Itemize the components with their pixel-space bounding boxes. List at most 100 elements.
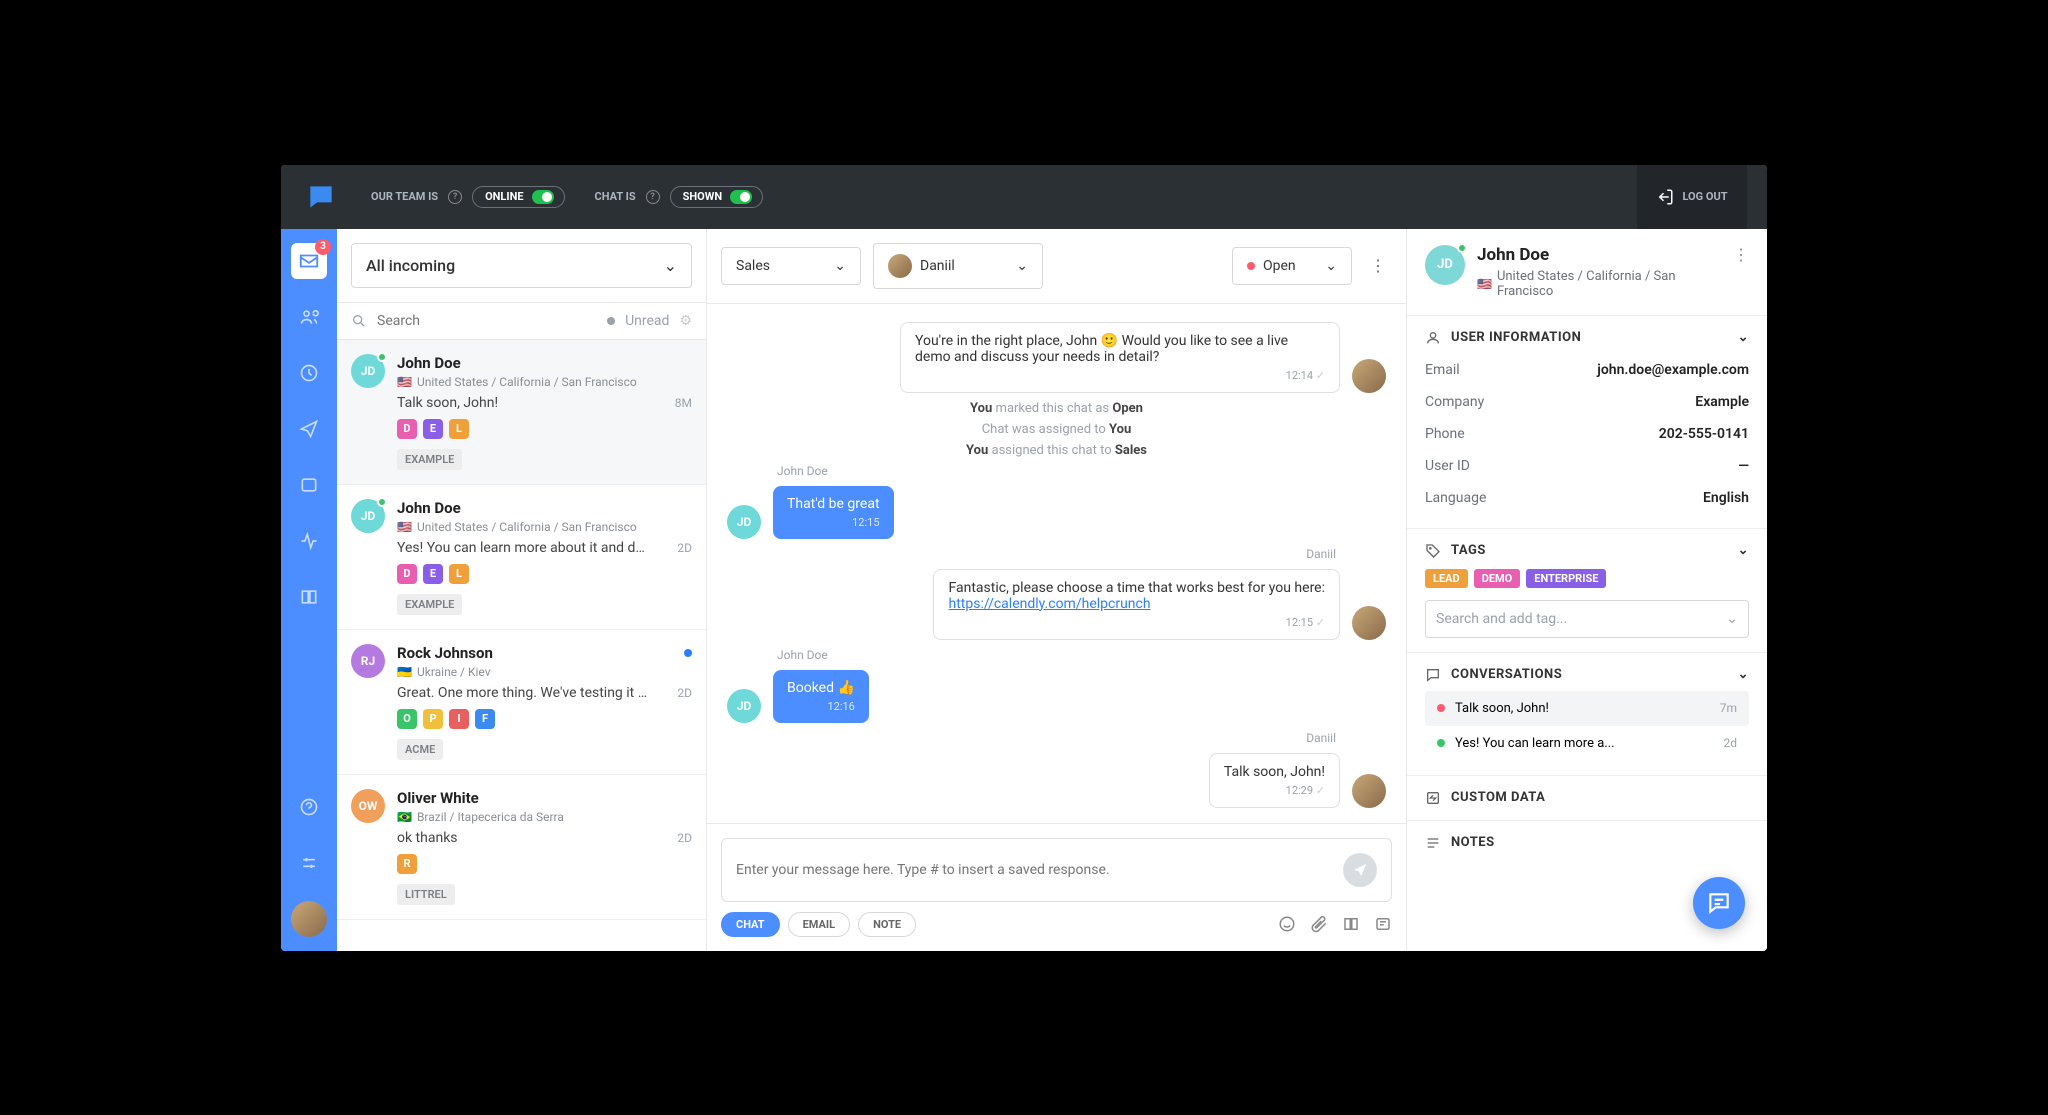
info-row: Emailjohn.doe@example.com: [1425, 354, 1749, 386]
unread-label[interactable]: Unread: [625, 313, 669, 329]
gear-icon[interactable]: ⚙: [679, 313, 692, 329]
chat-label: CHAT IS: [595, 190, 636, 203]
conversation-item[interactable]: JD John Doe 🇺🇸United States / California…: [337, 485, 706, 630]
logout-label: LOG OUT: [1682, 190, 1727, 203]
conv-location: 🇧🇷Brazil / Itapecerica da Serra: [397, 810, 692, 824]
section-custom-data[interactable]: CUSTOM DATA: [1425, 790, 1749, 806]
status-dot: [1247, 262, 1255, 270]
nav-contacts[interactable]: [291, 299, 327, 335]
contact-tag[interactable]: ENTERPRISE: [1526, 569, 1606, 588]
send-button[interactable]: [1343, 853, 1377, 887]
section-tags[interactable]: TAGS ⌄: [1425, 543, 1749, 559]
nav-history[interactable]: [291, 355, 327, 391]
sender-label: Daniil: [727, 547, 1336, 561]
message-row: JDThat'd be great12:15: [727, 486, 1386, 539]
conv-time: 2D: [677, 686, 692, 700]
agent-avatar: [1352, 359, 1386, 393]
conversation-item[interactable]: OW Oliver White 🇧🇷Brazil / Itapecerica d…: [337, 775, 706, 920]
sender-label: Daniil: [727, 731, 1336, 745]
info-row: CompanyExample: [1425, 386, 1749, 418]
tag-badge: I: [449, 709, 469, 729]
logout-button[interactable]: LOG OUT: [1637, 165, 1747, 229]
emoji-icon[interactable]: [1278, 915, 1296, 933]
contact-name: John Doe: [1477, 245, 1721, 265]
section-user-info[interactable]: USER INFORMATION ⌄: [1425, 330, 1749, 346]
tag-badge: L: [449, 419, 469, 439]
filter-label: All incoming: [366, 256, 455, 275]
conv-preview: Talk soon, John!: [397, 395, 498, 411]
conversation-list: All incoming ⌄ Unread ⚙ JD John Doe 🇺🇸Un…: [337, 229, 707, 951]
info-icon[interactable]: ?: [448, 190, 462, 204]
company-tag: LITTREL: [397, 884, 455, 905]
message-bubble: Fantastic, please choose a time that wor…: [933, 569, 1340, 640]
team-status-toggle[interactable]: ONLINE: [472, 186, 564, 208]
panel-more-button[interactable]: ⋮: [1733, 245, 1749, 264]
unread-indicator: [607, 317, 615, 325]
system-message: You marked this chat as Open: [727, 401, 1386, 416]
message-input-box[interactable]: [721, 838, 1392, 902]
conv-preview: Great. One more thing. We've testing it …: [397, 685, 647, 701]
company-tag: EXAMPLE: [397, 594, 462, 615]
channel-dropdown[interactable]: Sales ⌄: [721, 247, 861, 285]
conversation-item[interactable]: RJ Rock Johnson 🇺🇦Ukraine / Kiev Great. …: [337, 630, 706, 775]
contact-avatar: JD: [1425, 245, 1465, 285]
message-row: Fantastic, please choose a time that wor…: [727, 569, 1386, 640]
chat-widget-fab[interactable]: [1693, 877, 1745, 929]
agent-avatar: [1352, 606, 1386, 640]
tab-email[interactable]: EMAIL: [788, 912, 850, 937]
section-conversations[interactable]: CONVERSATIONS ⌄: [1425, 667, 1749, 683]
filter-dropdown[interactable]: All incoming ⌄: [351, 243, 692, 288]
agent-avatar: [1352, 774, 1386, 808]
tab-note[interactable]: NOTE: [858, 912, 916, 937]
tag-badge: E: [423, 564, 443, 584]
contact-tag[interactable]: LEAD: [1425, 569, 1468, 588]
section-notes[interactable]: NOTES: [1425, 835, 1749, 851]
team-label: OUR TEAM IS: [371, 190, 438, 203]
search-icon: [351, 313, 367, 329]
chevron-down-icon: ⌄: [1738, 543, 1749, 558]
conv-preview: ok thanks: [397, 830, 458, 846]
inbox-badge: 3: [315, 239, 331, 255]
tag-badge: D: [397, 564, 417, 584]
team-status-text: ONLINE: [485, 190, 523, 203]
message-link[interactable]: https://calendly.com/helpcrunch: [948, 596, 1150, 612]
kb-icon[interactable]: [1342, 915, 1360, 933]
nav-profile-avatar[interactable]: [291, 901, 327, 937]
message-time: 12:29 ✓: [1224, 784, 1325, 797]
nav-help[interactable]: [291, 789, 327, 825]
attachment-icon[interactable]: [1310, 915, 1328, 933]
conv-location: 🇺🇸United States / California / San Franc…: [397, 375, 692, 389]
status-dot: [1437, 739, 1445, 747]
nav-activity[interactable]: [291, 523, 327, 559]
conv-avatar: JD: [351, 499, 385, 533]
info-row: User ID—: [1425, 450, 1749, 482]
chat-status-toggle[interactable]: SHOWN: [670, 186, 764, 208]
assignee-dropdown[interactable]: Daniil ⌄: [873, 243, 1043, 289]
status-dropdown[interactable]: Open ⌄: [1232, 247, 1352, 285]
tag-badge: L: [449, 564, 469, 584]
conv-name: John Doe: [397, 354, 461, 372]
related-conversation[interactable]: Talk soon, John!7m: [1425, 691, 1749, 726]
nav-knowledge[interactable]: [291, 579, 327, 615]
nav-campaigns[interactable]: [291, 411, 327, 447]
search-input[interactable]: [377, 313, 597, 329]
message-time: 12:14 ✓: [915, 369, 1325, 382]
tag-search[interactable]: Search and add tag... ⌄: [1425, 600, 1749, 638]
tab-chat[interactable]: CHAT: [721, 912, 780, 937]
chat-more-button[interactable]: ⋮: [1364, 256, 1392, 275]
nav-settings[interactable]: [291, 845, 327, 881]
message-row: Talk soon, John!12:29 ✓: [727, 753, 1386, 808]
assignee-avatar: [888, 254, 912, 278]
contact-tag[interactable]: DEMO: [1474, 569, 1521, 588]
sender-label: John Doe: [777, 648, 1386, 662]
nav-inbox[interactable]: 3: [291, 243, 327, 279]
message-input[interactable]: [736, 862, 1333, 878]
related-conversation[interactable]: Yes! You can learn more a...2d: [1425, 726, 1749, 761]
saved-reply-icon[interactable]: [1374, 915, 1392, 933]
chevron-down-icon: ⌄: [1325, 258, 1337, 274]
conv-location: 🇺🇸United States / California / San Franc…: [397, 520, 692, 534]
nav-widget[interactable]: [291, 467, 327, 503]
chevron-down-icon: ⌄: [834, 258, 846, 274]
info-icon[interactable]: ?: [646, 190, 660, 204]
conversation-item[interactable]: JD John Doe 🇺🇸United States / California…: [337, 340, 706, 485]
